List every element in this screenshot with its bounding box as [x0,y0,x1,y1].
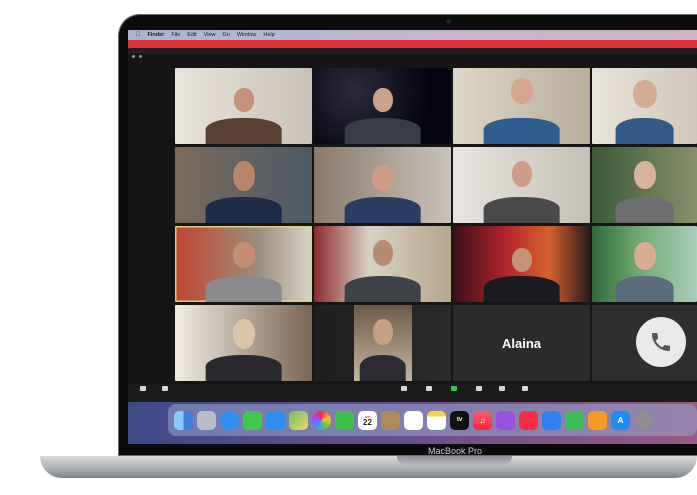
menu-file[interactable]: File [171,32,180,38]
podcasts-icon[interactable] [496,410,515,430]
tv-icon[interactable]: tv [450,410,469,430]
window-title [128,48,697,54]
video-tile[interactable] [175,68,312,144]
facetime-icon[interactable] [335,410,354,430]
security-icon [401,386,407,391]
video-tile[interactable] [175,147,312,223]
menu-go[interactable]: Go [223,32,230,38]
menu-help[interactable]: Help [263,32,274,38]
participants-icon [426,386,432,391]
menu-bar:  Finder File Edit View Go Window Help [128,30,697,40]
keynote-icon[interactable] [542,410,561,430]
security-button[interactable] [391,386,417,393]
video-tile[interactable] [453,147,590,223]
music-icon[interactable]: ♫ [473,410,492,430]
video-tile[interactable] [175,305,312,381]
video-tile[interactable] [314,305,451,381]
camera-icon [446,19,451,24]
zoom-window-header [128,40,697,48]
laptop-hinge-notch [397,456,512,465]
video-tile[interactable] [314,68,451,144]
video-tile-camera-off[interactable]: Alaina [453,305,590,381]
app-store-icon[interactable]: A [611,410,630,430]
pages-icon[interactable] [588,410,607,430]
dock: JUN 22 tv ♫ A [168,404,697,436]
chat-icon [476,386,482,391]
reactions-button[interactable] [512,386,538,393]
menu-finder[interactable]: Finder [148,32,165,38]
maps-icon[interactable] [289,410,308,430]
meeting-toolbar [128,384,697,402]
stop-video-button[interactable] [152,386,178,393]
menu-window[interactable]: Window [237,32,257,38]
calendar-icon[interactable]: JUN 22 [358,410,377,430]
apple-menu-icon[interactable]:  [136,32,141,38]
contacts-icon[interactable] [381,410,400,430]
encryption-shield-icon[interactable] [139,55,142,58]
screen:  Finder File Edit View Go Window Help [128,30,697,444]
mail-icon[interactable] [266,410,285,430]
video-tile-phone-caller[interactable] [592,305,697,381]
reminders-icon[interactable] [404,410,423,430]
news-icon[interactable] [519,410,538,430]
menu-view[interactable]: View [204,32,216,38]
video-tile[interactable] [453,226,590,302]
video-gallery: Alaina [175,68,697,384]
video-tile[interactable] [592,147,697,223]
system-preferences-icon[interactable] [634,410,653,430]
meeting-info-icon[interactable] [132,55,135,58]
share-screen-icon [451,386,457,391]
participants-button[interactable] [416,386,442,393]
participant-name: Alaina [501,335,541,351]
messages-icon[interactable] [243,410,262,430]
record-icon [499,386,505,391]
launchpad-icon[interactable] [197,410,216,430]
notes-icon[interactable] [427,410,446,430]
laptop-brand-label: MacBook Pro [427,446,483,456]
photos-icon[interactable] [312,410,331,430]
video-tile-active-speaker[interactable] [175,226,312,302]
safari-icon[interactable] [220,410,239,430]
numbers-icon[interactable] [565,410,584,430]
laptop-base [40,456,697,478]
microphone-icon [140,386,146,391]
phone-icon [636,317,686,367]
video-camera-icon [162,386,168,391]
video-tile[interactable] [592,226,697,302]
video-tile[interactable] [314,147,451,223]
video-tile[interactable] [592,68,697,144]
video-tile[interactable] [314,226,451,302]
share-screen-button[interactable] [441,386,467,393]
finder-icon[interactable] [174,410,193,430]
reactions-icon [522,386,528,391]
menu-edit[interactable]: Edit [187,32,196,38]
video-tile[interactable] [453,68,590,144]
